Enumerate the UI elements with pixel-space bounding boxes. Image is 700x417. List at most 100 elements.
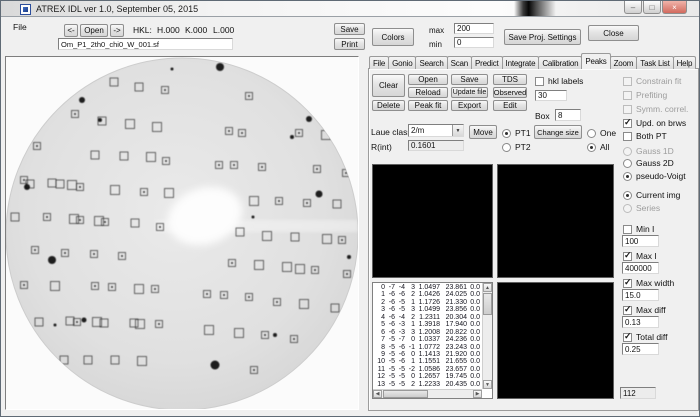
checkbox-total-diff[interactable]: Total diff — [623, 332, 668, 342]
observed-button[interactable]: Observed — [493, 87, 527, 98]
peak-cell: 6 — [375, 329, 385, 336]
reload-button[interactable]: Reload — [408, 87, 448, 98]
peak-fit-button[interactable]: Peak fit — [408, 100, 448, 111]
horizontal-scrollbar[interactable]: ◀ ▶ — [373, 389, 482, 398]
tab-zoom[interactable]: Zoom — [610, 56, 638, 69]
max-width-label: Max width — [636, 278, 674, 288]
tab-integrate[interactable]: Integrate — [502, 56, 540, 69]
peak-table-row[interactable]: 9-5-601.141321.9200.0 — [375, 351, 481, 358]
field-max-diff[interactable]: 0.13 — [622, 316, 659, 328]
close-button[interactable]: Close — [588, 25, 639, 41]
peak-table-row[interactable]: 1-6-621.042624.0250.0 — [375, 291, 481, 298]
tab-task-list[interactable]: Task List — [636, 56, 673, 69]
tab-predict[interactable]: Predict — [471, 56, 503, 69]
move-button[interactable]: Move — [469, 125, 497, 139]
chevron-down-icon[interactable]: ▼ — [452, 125, 463, 136]
upd-on-brws-mark — [623, 119, 632, 128]
peak-table-row[interactable]: 4-6-421.231120.3040.0 — [375, 314, 481, 321]
file-menu[interactable]: File — [13, 22, 27, 32]
peak-table-row[interactable]: 2-6-511.172621.3300.0 — [375, 299, 481, 306]
radio-gauss-2d[interactable]: Gauss 2D — [623, 158, 674, 168]
open-peaks-button[interactable]: Open — [408, 74, 448, 85]
next-file-button[interactable]: -> — [110, 24, 124, 37]
peak-table-row[interactable]: 6-6-331.200820.8220.0 — [375, 329, 481, 336]
scroll-up-icon[interactable]: ▲ — [483, 283, 492, 292]
peak-table-row[interactable]: 13-5-521.223320.4350.0 — [375, 381, 481, 388]
tab-peaks[interactable]: Peaks — [581, 53, 610, 69]
profile-panel-top-left[interactable] — [372, 164, 493, 278]
peak-table-row[interactable]: 11-5-5-21.058623.6570.0 — [375, 366, 481, 373]
vertical-scrollbar[interactable]: ▲ ▼ — [482, 283, 492, 389]
checkbox-max-width[interactable]: Max width — [623, 278, 674, 288]
checkbox-upd-on-brws[interactable]: Upd. on brws — [623, 118, 686, 128]
k-value: K.000 — [185, 25, 207, 35]
min-field[interactable]: 0 — [454, 37, 494, 48]
colors-button[interactable]: Colors — [372, 28, 414, 46]
scroll-left-icon[interactable]: ◀ — [373, 390, 382, 398]
horizontal-scroll-thumb[interactable] — [383, 390, 428, 398]
tds-button[interactable]: TDS — [493, 74, 527, 85]
tab-search[interactable]: Search — [415, 56, 447, 69]
scroll-down-icon[interactable]: ▼ — [483, 380, 492, 389]
checkbox-both-pt[interactable]: Both PT — [623, 131, 667, 141]
field-total-diff[interactable]: 0.25 — [622, 343, 659, 355]
pseudo-voigt-mark — [623, 172, 632, 181]
export-button[interactable]: Export — [451, 100, 488, 111]
peak-cell: 1.1551 — [415, 358, 440, 365]
profile-panel-bottom-right[interactable] — [497, 282, 614, 399]
radio-pt2[interactable]: PT2 — [502, 142, 531, 152]
save-peaks-button[interactable]: Save — [451, 74, 488, 85]
radio-all[interactable]: All — [587, 142, 609, 152]
vertical-scroll-thumb[interactable] — [483, 293, 492, 315]
delete-button[interactable]: Delete — [372, 100, 405, 111]
diffraction-image-panel[interactable] — [5, 56, 359, 410]
peak-table[interactable]: 0-7-431.049723.8610.01-6-621.042624.0250… — [372, 282, 493, 399]
checkbox-max-diff[interactable]: Max diff — [623, 305, 666, 315]
radio-pseudo-voigt[interactable]: pseudo-Voigt — [623, 171, 686, 181]
filename-field[interactable]: Om_P1_2th0_chi0_W_001.sf — [58, 38, 233, 50]
field-max-width[interactable]: 15.0 — [622, 289, 659, 301]
update-file-button[interactable]: Update file — [451, 87, 488, 98]
save-button[interactable]: Save — [334, 23, 365, 35]
radio-pt1[interactable]: PT1 — [502, 128, 531, 138]
checkbox-max-i[interactable]: Max I — [623, 251, 657, 261]
peak-table-row[interactable]: 8-5-6-11.077223.2430.0 — [375, 344, 481, 351]
field-min-i[interactable]: 100 — [622, 235, 659, 247]
tab-scan[interactable]: Scan — [447, 56, 472, 69]
label-size-field[interactable]: 30 — [535, 90, 567, 101]
change-size-button[interactable]: Change size — [534, 125, 582, 139]
minimize-button[interactable]: – — [624, 1, 642, 14]
edit-button[interactable]: Edit — [493, 100, 527, 111]
maximize-button[interactable]: □ — [643, 1, 661, 14]
peak-table-row[interactable]: 10-5-611.155121.6550.0 — [375, 358, 481, 365]
peak-table-row[interactable]: 0-7-431.049723.8610.0 — [375, 284, 481, 291]
checkbox-min-i[interactable]: Min I — [623, 224, 654, 234]
close-window-button[interactable]: × — [662, 1, 687, 14]
laue-class-dropdown[interactable]: 2/m ▼ — [408, 124, 464, 137]
peak-table-row[interactable]: 7-5-701.033724.2360.0 — [375, 336, 481, 343]
tab-help[interactable]: Help — [673, 56, 697, 69]
peak-table-row[interactable]: 12-5-501.265719.7450.0 — [375, 373, 481, 380]
tab-calibration[interactable]: Calibration — [538, 56, 582, 69]
app-window: ATREX IDL ver 1.0, September 05, 2015 – … — [0, 0, 700, 417]
checkbox-hkl-labels[interactable]: hkl labels — [535, 76, 583, 86]
radio-current-img[interactable]: Current img — [623, 190, 680, 200]
peak-cell: -3 — [395, 329, 405, 336]
title-bar[interactable]: ATREX IDL ver 1.0, September 05, 2015 – … — [1, 1, 699, 17]
tab-file[interactable]: File — [369, 56, 389, 69]
field-max-i[interactable]: 400000 — [622, 262, 659, 274]
scroll-right-icon[interactable]: ▶ — [473, 390, 482, 398]
print-button[interactable]: Print — [334, 38, 365, 50]
profile-panel-top-right[interactable] — [497, 164, 614, 278]
radio-one[interactable]: One — [587, 128, 616, 138]
open-file-button[interactable]: Open — [80, 24, 108, 37]
peak-table-row[interactable]: 5-6-311.391817.9400.0 — [375, 321, 481, 328]
box-size-field[interactable]: 8 — [555, 109, 581, 121]
tab-gonio[interactable]: Gonio — [388, 56, 416, 69]
max-field[interactable]: 200 — [454, 23, 494, 34]
pt2-radio-mark — [502, 143, 511, 152]
prev-file-button[interactable]: <- — [64, 24, 78, 37]
peak-table-row[interactable]: 3-6-531.049923.8560.0 — [375, 306, 481, 313]
clear-button[interactable]: Clear — [372, 74, 405, 97]
save-proj-settings-button[interactable]: Save Proj. Settings — [504, 29, 581, 45]
